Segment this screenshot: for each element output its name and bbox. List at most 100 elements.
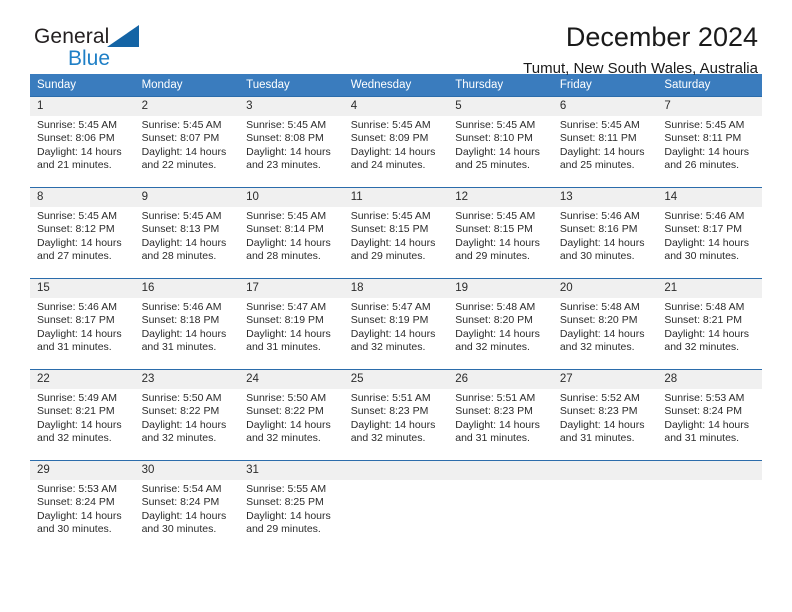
day-daylight-text: Daylight: 14 hours (141, 418, 227, 431)
day-number[interactable]: 24 (239, 369, 344, 389)
day-number[interactable]: 29 (30, 460, 135, 480)
day-number[interactable]: 22 (30, 369, 135, 389)
day-cell[interactable]: Sunrise: 5:50 AM Sunset: 8:22 PM Daylight:… (134, 389, 240, 452)
day-cell[interactable]: Sunrise: 5:46 AM Sunset: 8:17 PM Daylight:… (657, 207, 762, 270)
day-number[interactable]: 10 (239, 187, 344, 207)
day-cell[interactable]: Sunrise: 5:45 AM Sunset: 8:11 PM Daylight:… (552, 116, 658, 179)
day-cell[interactable]: Sunrise: 5:49 AM Sunset: 8:21 PM Daylight:… (30, 389, 135, 452)
day-number[interactable]: 11 (343, 187, 449, 207)
day-number[interactable]: 20 (552, 278, 658, 298)
day-sunrise-text: Sunrise: 5:45 AM (350, 119, 431, 131)
day-cell[interactable]: Sunrise: 5:45 AM Sunset: 8:13 PM Daylight:… (134, 207, 240, 270)
day-cell[interactable]: Sunrise: 5:45 AM Sunset: 8:08 PM Daylight:… (239, 116, 344, 179)
week-detail-row: Sunrise: 5:49 AM Sunset: 8:21 PM Daylight:… (30, 389, 762, 452)
day-number[interactable]: 6 (552, 96, 658, 116)
day-number[interactable]: 5 (448, 96, 553, 116)
day-cell-empty (343, 480, 449, 543)
day-daylight-text: Daylight: 14 hours (455, 145, 540, 158)
day-cell[interactable]: Sunrise: 5:45 AM Sunset: 8:06 PM Daylight:… (30, 116, 135, 179)
day-cell[interactable]: Sunrise: 5:45 AM Sunset: 8:15 PM Daylight:… (448, 207, 553, 270)
day-daylight-text: and 29 minutes. (350, 250, 426, 263)
calendar-table: Sunday Monday Tuesday Wednesday Thursday… (30, 74, 762, 543)
day-sunset-text: Sunset: 8:23 PM (455, 405, 533, 418)
day-cell[interactable]: Sunrise: 5:45 AM Sunset: 8:10 PM Daylight:… (448, 116, 553, 179)
day-number-empty (448, 460, 553, 480)
day-sunset-text: Sunset: 8:22 PM (141, 405, 220, 418)
day-sunrise-text: Sunrise: 5:45 AM (37, 119, 117, 131)
day-cell[interactable]: Sunrise: 5:45 AM Sunset: 8:11 PM Daylight:… (657, 116, 762, 179)
day-number[interactable]: 4 (343, 96, 449, 116)
day-number[interactable]: 27 (552, 369, 658, 389)
day-daylight-text: and 31 minutes. (37, 341, 112, 354)
day-cell[interactable]: Sunrise: 5:48 AM Sunset: 8:20 PM Daylight:… (448, 298, 553, 361)
day-number[interactable]: 1 (30, 96, 135, 116)
day-cell[interactable]: Sunrise: 5:55 AM Sunset: 8:25 PM Daylight:… (239, 480, 344, 543)
day-sunset-text: Sunset: 8:08 PM (246, 132, 324, 145)
day-cell[interactable]: Sunrise: 5:52 AM Sunset: 8:23 PM Daylight:… (552, 389, 658, 452)
week-spacer-cell (30, 452, 762, 461)
day-cell[interactable]: Sunrise: 5:51 AM Sunset: 8:23 PM Daylight:… (343, 389, 449, 452)
day-cell[interactable]: Sunrise: 5:45 AM Sunset: 8:12 PM Daylight:… (30, 207, 135, 270)
triangle-logo-icon (107, 25, 139, 47)
day-number[interactable]: 23 (134, 369, 240, 389)
day-sunset-text: Sunset: 8:07 PM (141, 132, 220, 145)
day-number[interactable]: 3 (239, 96, 344, 116)
day-cell[interactable]: Sunrise: 5:47 AM Sunset: 8:19 PM Daylight:… (343, 298, 449, 361)
day-number[interactable]: 16 (134, 278, 240, 298)
day-cell[interactable]: Sunrise: 5:45 AM Sunset: 8:09 PM Daylight:… (343, 116, 449, 179)
day-cell[interactable]: Sunrise: 5:50 AM Sunset: 8:22 PM Daylight:… (239, 389, 344, 452)
day-cell[interactable]: Sunrise: 5:51 AM Sunset: 8:23 PM Daylight:… (448, 389, 553, 452)
day-sunset-text: Sunset: 8:15 PM (455, 223, 533, 236)
week-daynumber-row: 15 16 17 18 19 20 21 (30, 278, 762, 298)
day-cell[interactable]: Sunrise: 5:48 AM Sunset: 8:21 PM Daylight:… (657, 298, 762, 361)
day-cell[interactable]: Sunrise: 5:48 AM Sunset: 8:20 PM Daylight:… (552, 298, 658, 361)
weekday-header-monday: Monday (134, 74, 240, 97)
day-cell[interactable]: Sunrise: 5:53 AM Sunset: 8:24 PM Daylight:… (30, 480, 135, 543)
day-sunrise-text: Sunrise: 5:45 AM (559, 119, 640, 131)
day-cell[interactable]: Sunrise: 5:45 AM Sunset: 8:14 PM Daylight:… (239, 207, 344, 270)
day-number[interactable]: 31 (239, 460, 344, 480)
week-spacer (30, 452, 762, 461)
day-sunset-text: Sunset: 8:17 PM (664, 223, 743, 236)
brand-logo[interactable]: General Blue (34, 25, 214, 74)
day-daylight-text: Daylight: 14 hours (664, 327, 750, 340)
day-sunrise-text: Sunrise: 5:52 AM (559, 392, 640, 404)
day-daylight-text: Daylight: 14 hours (559, 418, 645, 431)
day-cell[interactable]: Sunrise: 5:53 AM Sunset: 8:24 PM Daylight:… (657, 389, 762, 452)
day-cell[interactable]: Sunrise: 5:54 AM Sunset: 8:24 PM Daylight:… (134, 480, 240, 543)
day-number[interactable]: 26 (448, 369, 553, 389)
day-daylight-text: Daylight: 14 hours (246, 509, 331, 522)
day-sunset-text: Sunset: 8:16 PM (559, 223, 638, 236)
day-number[interactable]: 12 (448, 187, 553, 207)
day-number[interactable]: 2 (134, 96, 240, 116)
day-daylight-text: Daylight: 14 hours (37, 418, 122, 431)
day-number[interactable]: 25 (343, 369, 449, 389)
day-cell[interactable]: Sunrise: 5:46 AM Sunset: 8:18 PM Daylight:… (134, 298, 240, 361)
day-sunset-text: Sunset: 8:12 PM (37, 223, 115, 236)
week-detail-row: Sunrise: 5:53 AM Sunset: 8:24 PM Daylight:… (30, 480, 762, 543)
day-cell[interactable]: Sunrise: 5:47 AM Sunset: 8:19 PM Daylight:… (239, 298, 344, 361)
day-number[interactable]: 13 (552, 187, 658, 207)
day-number[interactable]: 7 (657, 96, 762, 116)
day-number[interactable]: 18 (343, 278, 449, 298)
day-number[interactable]: 9 (134, 187, 240, 207)
day-number[interactable]: 17 (239, 278, 344, 298)
day-daylight-text: Daylight: 14 hours (350, 236, 436, 249)
day-number[interactable]: 14 (657, 187, 762, 207)
day-sunrise-text: Sunrise: 5:53 AM (37, 483, 117, 495)
day-sunrise-text: Sunrise: 5:45 AM (141, 119, 222, 131)
day-number[interactable]: 15 (30, 278, 135, 298)
day-sunset-text: Sunset: 8:15 PM (350, 223, 429, 236)
day-daylight-text: Daylight: 14 hours (559, 145, 645, 158)
day-number[interactable]: 8 (30, 187, 135, 207)
day-number[interactable]: 28 (657, 369, 762, 389)
day-cell[interactable]: Sunrise: 5:46 AM Sunset: 8:16 PM Daylight:… (552, 207, 658, 270)
day-cell[interactable]: Sunrise: 5:46 AM Sunset: 8:17 PM Daylight:… (30, 298, 135, 361)
day-number[interactable]: 21 (657, 278, 762, 298)
day-number[interactable]: 19 (448, 278, 553, 298)
day-cell[interactable]: Sunrise: 5:45 AM Sunset: 8:07 PM Daylight:… (134, 116, 240, 179)
day-daylight-text: Daylight: 14 hours (141, 145, 227, 158)
day-cell[interactable]: Sunrise: 5:45 AM Sunset: 8:15 PM Daylight:… (343, 207, 449, 270)
day-daylight-text: Daylight: 14 hours (664, 236, 750, 249)
day-number[interactable]: 30 (134, 460, 240, 480)
